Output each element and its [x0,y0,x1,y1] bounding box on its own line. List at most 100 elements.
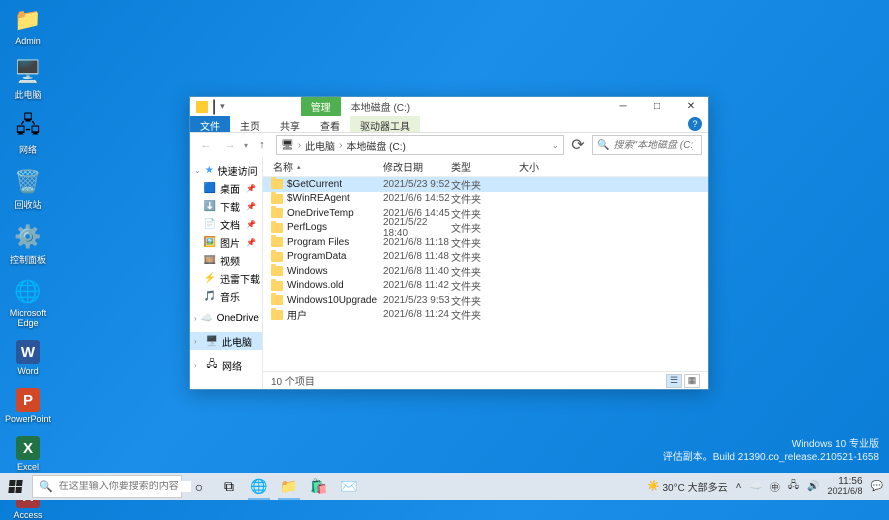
edge-icon: 🌐 [14,278,42,306]
desktop-icon-word[interactable]: WWord [4,340,52,376]
nav-documents[interactable]: 📄文档📌 [190,215,262,233]
ribbon-tab-drive-tools[interactable]: 驱动器工具 [350,116,420,132]
nav-videos[interactable]: 🎞️视频 [190,251,262,269]
context-tab-manage[interactable]: 管理 [301,97,341,116]
recent-dd-icon[interactable]: ▾ [244,141,248,150]
folder-icon [271,194,283,204]
breadcrumb-current[interactable]: 本地磁盘 (C:) [346,138,405,153]
table-row[interactable]: 用户2021/6/8 11:24文件夹 [263,308,708,323]
taskbar-store[interactable]: 🛍️ [304,473,334,500]
star-icon: ★ [205,164,214,176]
network-tray-icon[interactable]: 🖧 [788,478,799,495]
breadcrumb-thispc[interactable]: 此电脑 [305,138,335,153]
folder-icon [271,281,283,291]
nav-onedrive[interactable]: ›☁️OneDrive [190,311,262,326]
onedrive-tray-icon[interactable]: ☁️ [749,481,761,492]
col-type[interactable]: 类型 [451,159,519,174]
desktop-icon-admin[interactable]: 📁Admin [4,6,52,46]
search-icon: 🔍 [597,140,609,151]
nav-pictures[interactable]: 🖼️图片📌 [190,233,262,251]
taskbar: 🔍 ○ ⧉ 🌐 📁 🛍️ ✉️ ☀️ 30°C 大部多云 ˄ ☁️ ㊥ 🖧 🔊 … [0,473,889,500]
desktop-icon-network[interactable]: 🖧网络 [4,113,52,156]
ribbon-tab-share[interactable]: 共享 [270,116,310,132]
col-date[interactable]: 修改日期 [383,159,451,174]
taskbar-edge[interactable]: 🌐 [244,473,274,500]
nav-desktop[interactable]: 🟦桌面📌 [190,179,262,197]
watermark: Windows 10 专业版 评估副本。Build 21390.co_relea… [663,438,879,464]
folder-icon [271,179,283,189]
search-input[interactable] [613,140,693,151]
table-row[interactable]: Program Files2021/6/8 11:18文件夹 [263,235,708,250]
context-tab-drive: 本地磁盘 (C:) [341,97,420,116]
maximize-button[interactable]: □ [640,97,674,116]
refresh-button[interactable]: ⟳ [568,135,588,155]
cortana-button[interactable]: ○ [184,473,214,500]
nav-tree[interactable]: ⌄ ★ 快速访问 🟦桌面📌 ⬇️下载📌 📄文档📌 🖼️图片📌 🎞️视频 ⚡迅雷下… [190,157,263,389]
nav-quick-access[interactable]: ⌄ ★ 快速访问 [190,161,262,179]
breadcrumb[interactable]: 🖥 › 此电脑 › 本地磁盘 (C:) ⌄ [276,135,564,155]
folder-icon [271,310,283,320]
nav-thunder[interactable]: ⚡迅雷下载 [190,269,262,287]
weather-widget[interactable]: ☀️ 30°C 大部多云 [647,479,728,494]
nav-thispc[interactable]: ›🖥️此电脑 [190,332,262,350]
col-name[interactable]: 名称▴ [263,159,383,174]
ime-tray-icon[interactable]: ㊥ [770,479,780,494]
close-button[interactable]: ✕ [674,97,708,116]
help-button[interactable]: ? [688,117,702,131]
table-row[interactable]: $GetCurrent2021/5/23 9:52文件夹 [263,177,708,192]
folder-icon [271,237,283,247]
table-row[interactable]: $WinREAgent2021/6/6 14:52文件夹 [263,192,708,207]
taskbar-mail[interactable]: ✉️ [334,473,364,500]
recyclebin-icon: 🗑️ [14,168,42,196]
folder-icon [271,223,283,233]
desktop-icon-edge[interactable]: 🌐Microsoft Edge [4,278,52,328]
table-row[interactable]: Windows2021/6/8 11:40文件夹 [263,264,708,279]
search-box[interactable]: 🔍 [592,135,702,155]
back-button[interactable]: ← [196,135,216,155]
up-button[interactable]: ↑ [252,135,272,155]
details-view-button[interactable]: ☰ [666,374,682,388]
word-icon: W [16,340,40,364]
table-row[interactable]: ProgramData2021/6/8 11:48文件夹 [263,250,708,265]
desktop-icon-powerpoint[interactable]: PPowerPoint [4,388,52,424]
qat-dropdown[interactable]: ▾ [220,101,225,112]
excel-icon: X [16,436,40,460]
taskbar-search-input[interactable] [59,481,191,492]
taskbar-clock[interactable]: 11:56 2021/6/8 [828,477,863,496]
controlpanel-icon: ⚙️ [14,223,42,251]
icons-view-button[interactable]: ▦ [684,374,700,388]
minimize-button[interactable]: ─ [606,97,640,116]
nav-downloads[interactable]: ⬇️下载📌 [190,197,262,215]
notifications-button[interactable]: 💬 [871,481,883,492]
desktop-icon-controlpanel[interactable]: ⚙️控制面板 [4,223,52,266]
drive-icon [196,101,208,113]
ribbon-tab-file[interactable]: 文件 [190,116,230,132]
ribbon-tab-home[interactable]: 主页 [230,116,270,132]
breadcrumb-dd-icon[interactable]: ⌄ [551,140,559,151]
table-row[interactable]: PerfLogs2021/5/22 18:40文件夹 [263,221,708,236]
table-row[interactable]: Windows.old2021/6/8 11:42文件夹 [263,279,708,294]
table-row[interactable]: Windows10Upgrade2021/5/23 9:53文件夹 [263,293,708,308]
nav-music[interactable]: 🎵音乐 [190,287,262,305]
forward-button[interactable]: → [220,135,240,155]
desktop-icon-thispc[interactable]: 🖥️此电脑 [4,58,52,101]
status-bar: 10 个项目 ☰ ▦ [263,371,708,389]
ribbon-tab-view[interactable]: 查看 [310,116,350,132]
column-headers[interactable]: 名称▴ 修改日期 类型 大小 [263,157,708,177]
taskbar-search[interactable]: 🔍 [32,475,182,498]
desktop-icon-excel[interactable]: XExcel [4,436,52,472]
taskbar-explorer[interactable]: 📁 [274,473,304,500]
start-button[interactable] [0,473,30,500]
sun-icon: ☀️ [647,481,659,492]
table-row[interactable]: OneDriveTemp2021/6/6 14:45文件夹 [263,206,708,221]
col-size[interactable]: 大小 [519,159,569,174]
nav-network[interactable]: ›🖧网络 [190,356,262,374]
tray-overflow[interactable]: ˄ [736,481,742,492]
volume-tray-icon[interactable]: 🔊 [807,481,819,492]
folder-icon [271,295,283,305]
titlebar[interactable]: | ▾ 管理 本地磁盘 (C:) ─ □ ✕ [190,97,708,116]
windows-logo-icon [8,480,22,493]
item-count: 10 个项目 [271,373,315,388]
task-view-button[interactable]: ⧉ [214,473,244,500]
desktop-icon-recyclebin[interactable]: 🗑️回收站 [4,168,52,211]
